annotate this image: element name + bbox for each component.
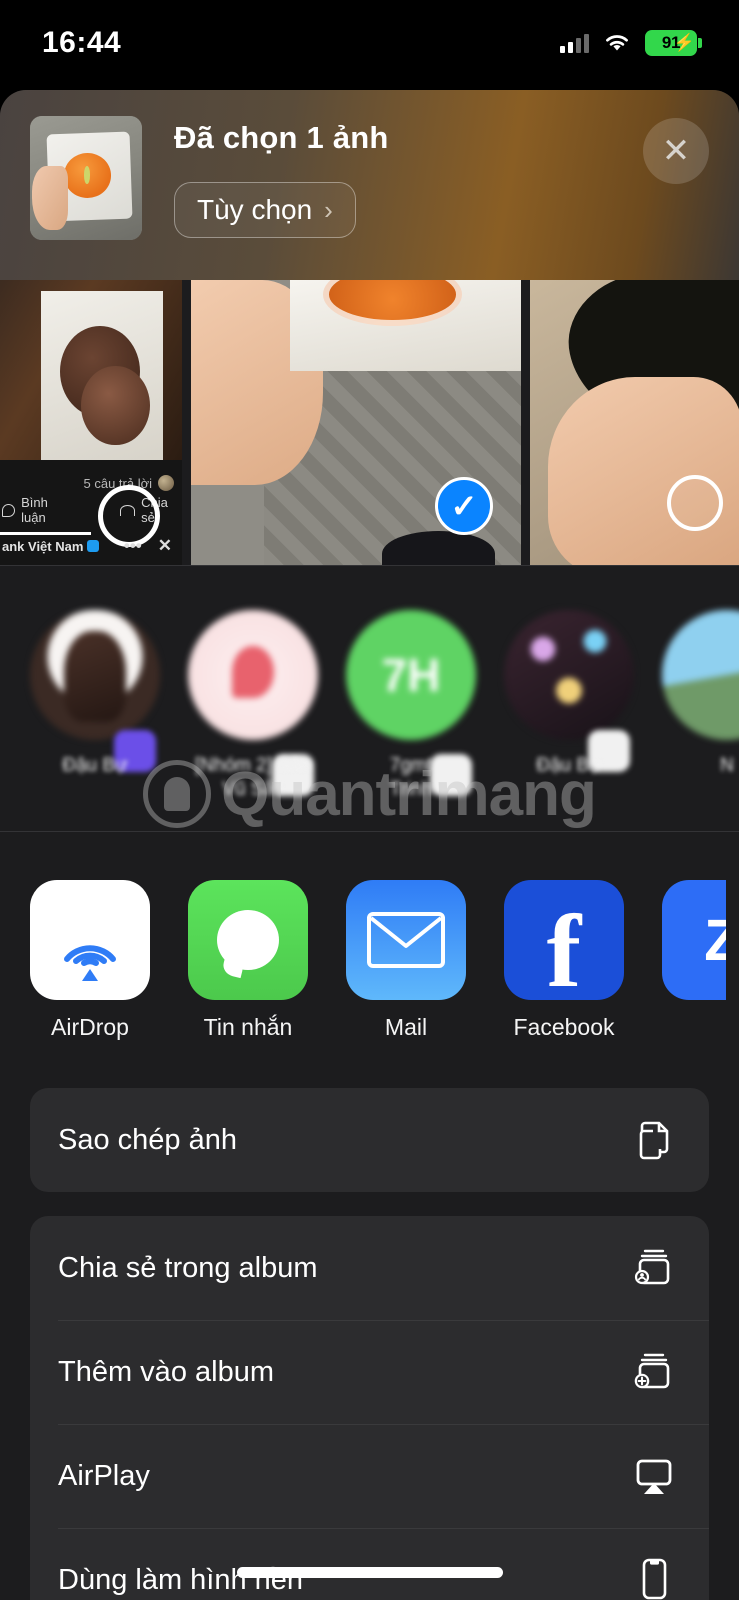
messages-icon	[188, 880, 308, 1000]
options-button-label: Tùy chọn	[197, 194, 313, 225]
page-title: Đã chọn 1 ảnh	[174, 120, 389, 155]
app-facebook[interactable]: f Facebook	[504, 880, 624, 1041]
post-footer: ank Việt Nam ••• ✕	[0, 527, 182, 565]
zalo-letter: Z	[704, 907, 726, 973]
airdrop-icon	[30, 880, 150, 1000]
close-icon[interactable]: ✕	[643, 118, 709, 184]
shared-album-icon	[629, 1242, 681, 1294]
suggestion-initials: 7H	[381, 649, 441, 701]
suggestion-item[interactable]: [Nhóm 2] Săn Vũ Sắc	[188, 610, 318, 802]
suggestions-row[interactable]: Đậu Bự [Nhóm 2] Săn Vũ Sắc 7H 7gmt Trinh…	[0, 566, 739, 831]
action-use-as-wallpaper[interactable]: Dùng làm hình nền	[30, 1528, 709, 1600]
add-to-album-icon	[629, 1346, 681, 1398]
charging-bolt-icon: ⚡	[673, 33, 695, 52]
share-sheet-header: Đã chọn 1 ảnh Tùy chọn › ✕	[0, 90, 739, 280]
home-indicator	[236, 1567, 503, 1578]
status-bar-indicators: 91 ⚡	[560, 30, 702, 56]
app-label: AirDrop	[51, 1014, 129, 1040]
suggestion-item[interactable]: 7H 7gmt Trinh	[346, 610, 476, 802]
app-share-row[interactable]: AirDrop Tin nhắn Mail f Facebook Z	[0, 832, 739, 1062]
action-label: Sao chép ảnh	[58, 1123, 237, 1156]
comment-label: Bình luận	[21, 495, 48, 525]
suggestion-item[interactable]: Đậu Bự	[30, 610, 160, 778]
more-icon: •••	[123, 536, 142, 555]
photo-strip[interactable]: 5 câu trả lời Bình luận Chia sẻ ank Việt…	[0, 280, 739, 565]
facebook-icon: f	[504, 880, 624, 1000]
app-mail[interactable]: Mail	[346, 880, 466, 1041]
chevron-right-icon: ›	[324, 194, 333, 225]
share-sheet: Đã chọn 1 ảnh Tùy chọn › ✕ 5 câu trả lời	[0, 90, 739, 1600]
comment-action: Bình luận	[0, 495, 72, 525]
battery-icon: 91 ⚡	[645, 30, 702, 56]
photo-select-circle[interactable]	[667, 475, 723, 531]
action-label: Thêm vào album	[58, 1355, 274, 1388]
suggestion-label: Đậu Bự	[536, 755, 602, 776]
airplay-icon	[629, 1450, 681, 1502]
suggestion-label: N	[720, 755, 734, 776]
options-button[interactable]: Tùy chọn ›	[174, 182, 356, 238]
mail-icon	[346, 880, 466, 1000]
wifi-icon	[606, 35, 628, 51]
suggestion-item[interactable]: Đậu Bự	[504, 610, 634, 778]
photo-orange-pastry[interactable]: ✓	[191, 280, 521, 565]
action-group-copy: Sao chép ảnh	[30, 1088, 709, 1192]
dismiss-icon: ✕	[157, 536, 172, 555]
app-label: Mail	[384, 1014, 428, 1040]
selected-photo-thumbnail[interactable]	[30, 116, 142, 240]
action-label: Chia sẻ trong album	[58, 1251, 318, 1284]
status-bar: 16:44 91 ⚡	[0, 0, 739, 86]
app-zalo[interactable]: Z	[662, 880, 726, 1000]
photo-hand-shoe[interactable]	[530, 280, 739, 565]
action-lists: Sao chép ảnh Chia sẻ trong album Thêm và…	[0, 1062, 739, 1600]
action-copy-photo[interactable]: Sao chép ảnh	[30, 1088, 709, 1192]
share-sheet-header-text: Đã chọn 1 ảnh Tùy chọn ›	[142, 116, 709, 238]
suggestion-label: [Nhóm 2] Săn Vũ Sắc	[194, 755, 312, 800]
action-label: AirPlay	[58, 1459, 150, 1492]
suggestion-label: Đậu Bự	[62, 755, 128, 776]
app-label: Facebook	[513, 1014, 615, 1040]
action-share-in-album[interactable]: Chia sẻ trong album	[30, 1216, 709, 1320]
app-airdrop[interactable]: AirDrop	[30, 880, 150, 1041]
zalo-icon: Z	[662, 880, 726, 1000]
action-add-to-album[interactable]: Thêm vào album	[30, 1320, 709, 1424]
action-group-album: Chia sẻ trong album Thêm vào album AirPl…	[30, 1216, 709, 1600]
status-bar-time: 16:44	[42, 26, 122, 59]
wallpaper-icon	[629, 1554, 681, 1600]
suggestion-label: 7gmt Trinh	[389, 755, 433, 800]
account-name: ank Việt Nam	[2, 538, 84, 554]
action-airplay[interactable]: AirPlay	[30, 1424, 709, 1528]
iphone-screen: 16:44 91 ⚡ Đã chọn 1 ảnh Tùy chọn › ✕ 5 …	[0, 0, 739, 1600]
app-messages[interactable]: Tin nhắn	[188, 880, 308, 1041]
verified-badge-icon	[87, 539, 100, 552]
suggestion-item[interactable]: N	[662, 610, 739, 778]
cellular-signal-icon	[560, 33, 589, 53]
app-label: Tin nhắn	[203, 1014, 293, 1040]
comment-icon	[2, 503, 16, 517]
photo-social-post[interactable]: 5 câu trả lời Bình luận Chia sẻ ank Việt…	[0, 280, 182, 565]
copy-icon	[629, 1114, 681, 1166]
photo-selected-checkmark[interactable]: ✓	[435, 477, 493, 535]
avatar	[158, 475, 174, 491]
